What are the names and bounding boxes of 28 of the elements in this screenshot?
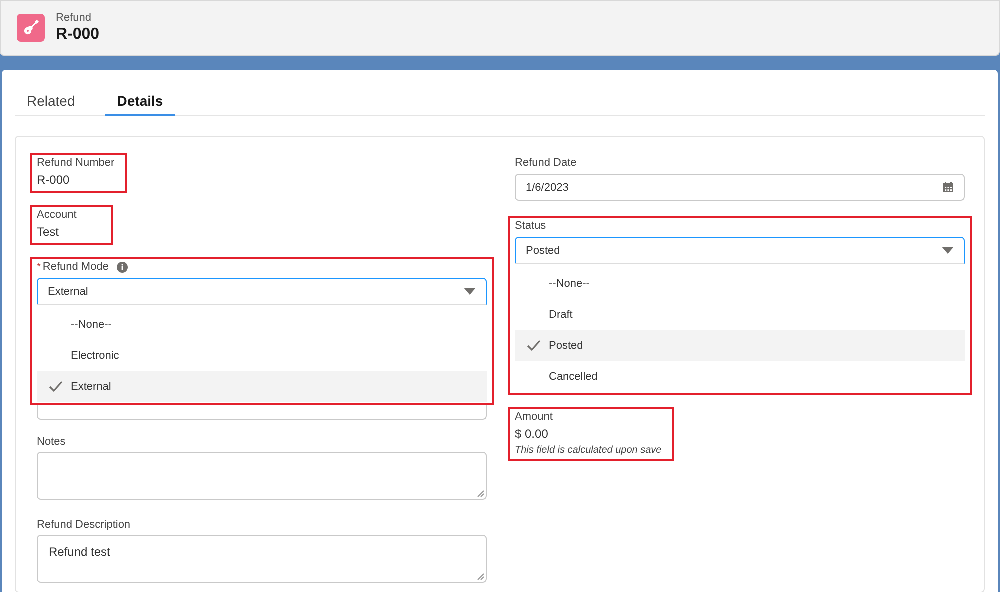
field-label: Refund Description	[37, 519, 131, 531]
required-marker: *	[37, 262, 41, 272]
field-label: Account	[37, 209, 77, 221]
field-value: $ 0.00	[515, 426, 550, 443]
picklist-field[interactable]: Posted	[515, 237, 965, 264]
dropdown-option[interactable]: Electronic	[37, 340, 487, 371]
dropdown-option[interactable]: --None--	[515, 268, 965, 299]
tab[interactable]: Details	[105, 86, 176, 116]
tab[interactable]: Related	[15, 86, 88, 116]
object-type: Refund	[56, 11, 92, 25]
field-value: Test	[37, 224, 60, 241]
record-name: R-000	[56, 25, 100, 45]
field-label: Notes	[37, 436, 66, 448]
field-label: Refund Mode	[42, 261, 109, 273]
date-field[interactable]: 1/6/2023	[515, 174, 965, 201]
field-label: Amount	[515, 411, 553, 423]
dropdown-option[interactable]: External	[37, 371, 487, 402]
text-area[interactable]: Refund test	[37, 535, 487, 583]
dropdown-option[interactable]: Posted	[515, 330, 965, 361]
dropdown-option[interactable]: --None--	[37, 309, 487, 340]
field-value: R-000	[37, 172, 71, 189]
field-label: Refund Date	[515, 157, 577, 169]
dropdown-option[interactable]: Draft	[515, 299, 965, 330]
dropdown-option[interactable]: Cancelled	[515, 361, 965, 392]
help-text: This field is calculated upon save	[515, 444, 662, 458]
picklist-field[interactable]: External	[37, 278, 487, 305]
field-label: Status	[515, 220, 546, 232]
field-label: Refund Number	[37, 157, 115, 169]
